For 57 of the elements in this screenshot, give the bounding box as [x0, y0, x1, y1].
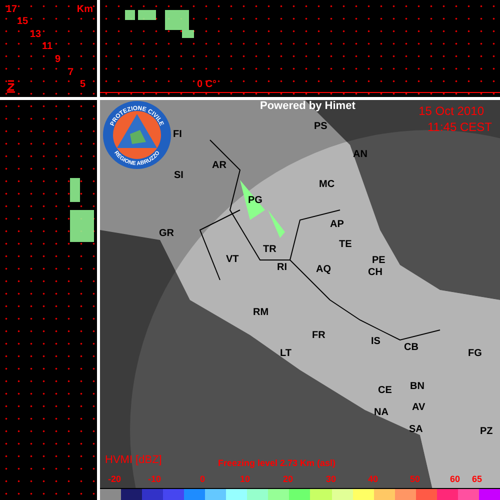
freezing-level-text: Freezing level 2.73 Km (asl)	[218, 458, 336, 468]
city-label: LT	[280, 349, 292, 359]
city-label: AQ	[316, 265, 331, 275]
city-label: AV	[412, 403, 426, 413]
city-label: AR	[212, 161, 226, 171]
height-label: 5	[80, 80, 86, 90]
city-label: SI	[174, 171, 184, 181]
legend-title: HVMI [dBZ]	[105, 454, 162, 466]
height-label: 11	[42, 42, 53, 52]
city-label: RM	[253, 308, 269, 318]
unit-label: Km	[76, 4, 93, 15]
city-label: PG	[248, 196, 262, 206]
echo-drawing	[125, 10, 135, 20]
city-label: NA	[374, 408, 388, 418]
legend-tick-label: 20	[283, 475, 294, 484]
legend-tick-label: 65	[472, 475, 482, 484]
legend-tick-label: -10	[148, 475, 162, 484]
legend-tick-label: 40	[368, 475, 378, 484]
echo-drawing	[138, 10, 156, 20]
time-text: 11:45 CEST	[428, 120, 492, 134]
height-label: 9	[55, 55, 61, 65]
height-label: 13	[30, 30, 42, 40]
city-label: MC	[319, 180, 335, 190]
symbol-icon	[6, 79, 16, 93]
city-label: PS	[314, 122, 328, 132]
city-label: AP	[330, 220, 344, 230]
height-label: 15	[17, 17, 28, 27]
height-label: 17	[6, 5, 18, 15]
echo-drawing	[70, 178, 80, 202]
city-label: FI	[173, 130, 182, 140]
city-label: PZ	[480, 427, 493, 437]
city-label: PE	[372, 256, 386, 266]
city-label: CH	[368, 268, 382, 278]
height-label: 7	[68, 68, 74, 78]
city-label: FR	[312, 331, 326, 341]
city-label: CB	[404, 343, 418, 353]
city-label: SA	[409, 425, 423, 435]
city-label: BN	[410, 382, 424, 392]
city-label: FG	[468, 349, 482, 359]
city-label: CE	[378, 386, 392, 396]
city-label: TR	[263, 245, 276, 255]
credit-text: Powered by Himet	[260, 100, 356, 112]
city-label: GR	[159, 229, 174, 239]
date-text: 15 Oct 2010	[418, 104, 484, 118]
echo-drawing	[70, 210, 94, 242]
freezing-label: 0 C°	[197, 80, 217, 90]
city-label: TE	[339, 240, 352, 250]
city-label: RI	[277, 263, 287, 273]
city-label: IS	[371, 337, 380, 347]
legend-tick-label: 50	[410, 475, 420, 484]
legend-tick-label: -20	[108, 475, 122, 484]
legend-tick-label: 0	[200, 475, 206, 484]
city-label: VT	[226, 255, 239, 265]
legend-tick-label: 10	[240, 475, 250, 484]
legend-tick-label: 60	[450, 475, 460, 484]
legend-tick-label: 30	[326, 475, 336, 484]
city-label: AN	[353, 150, 368, 160]
